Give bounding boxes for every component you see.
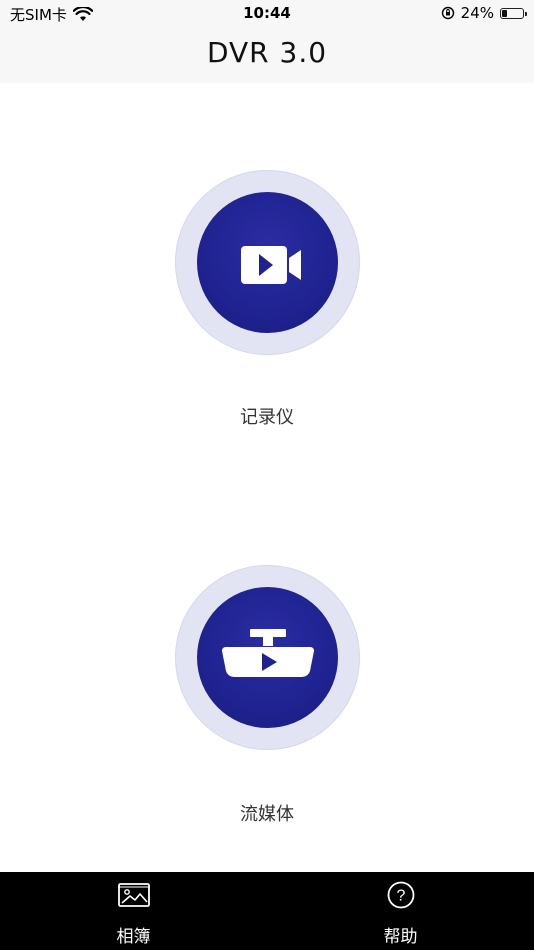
page-title: DVR 3.0 bbox=[206, 36, 328, 69]
streaming-button-core[interactable] bbox=[197, 587, 338, 728]
tab-album-label: 相簿 bbox=[116, 927, 151, 947]
status-right: 24% bbox=[441, 4, 527, 22]
video-camera-icon bbox=[241, 246, 301, 284]
orientation-lock-icon bbox=[441, 6, 454, 20]
help-icon: ? bbox=[387, 881, 415, 909]
battery-level bbox=[502, 9, 507, 17]
recorder-button-core[interactable] bbox=[197, 192, 338, 333]
streaming-button[interactable] bbox=[175, 565, 360, 750]
rearview-mirror-play-icon bbox=[222, 629, 314, 677]
recorder-label[interactable]: 记录仪 bbox=[0, 403, 534, 429]
tab-album[interactable]: 相簿 bbox=[0, 872, 267, 950]
streaming-label[interactable]: 流媒体 bbox=[0, 800, 534, 826]
tab-help-label: 帮助 bbox=[383, 927, 418, 947]
tab-help[interactable]: ? 帮助 bbox=[267, 872, 534, 950]
battery-percent: 24% bbox=[460, 4, 494, 22]
status-bar: 无SIM卡 10:44 24% bbox=[0, 0, 534, 28]
photo-album-icon bbox=[118, 883, 150, 907]
svg-text:?: ? bbox=[397, 888, 406, 905]
battery-icon bbox=[500, 7, 527, 19]
tab-bar: 相簿 ? 帮助 bbox=[0, 872, 534, 950]
nav-bar: DVR 3.0 bbox=[0, 28, 534, 83]
recorder-button[interactable] bbox=[175, 170, 360, 355]
